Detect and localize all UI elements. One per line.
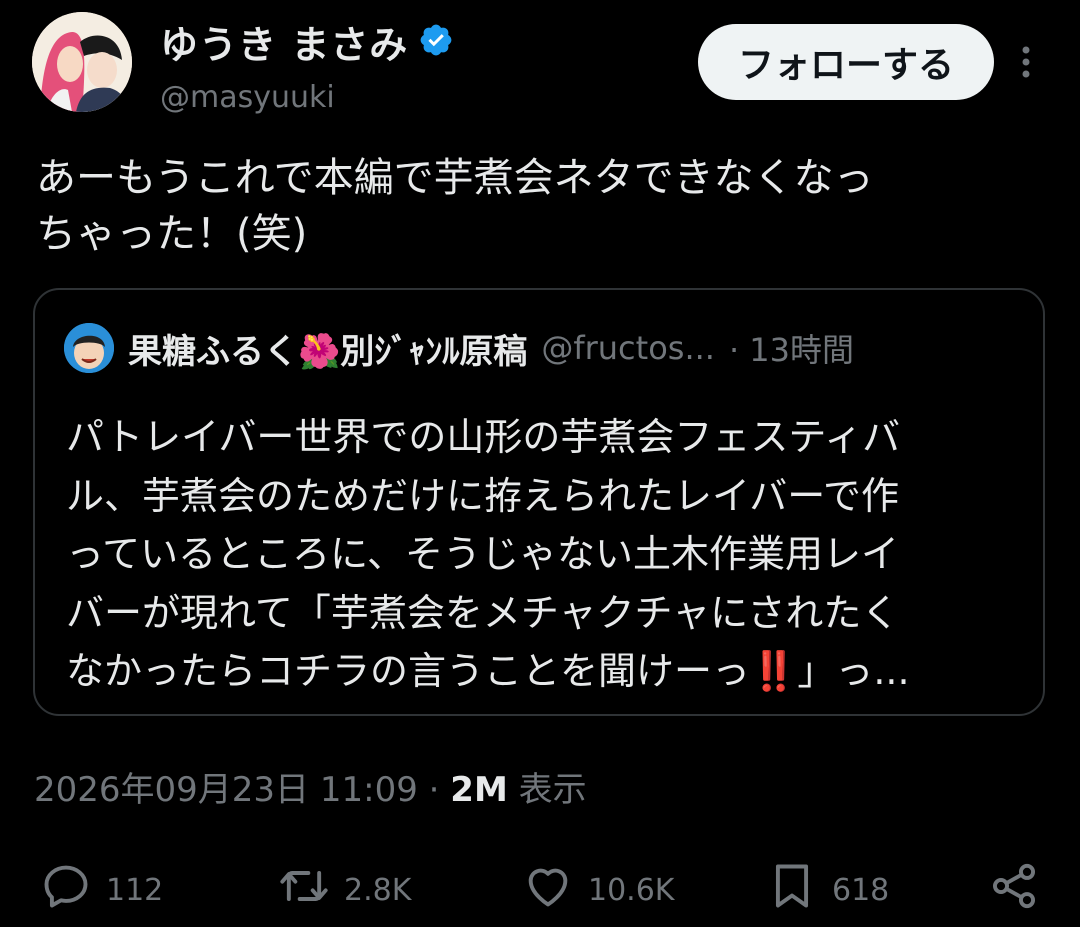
like-count: 10.6K [588,872,675,908]
retweet-count: 2.8K [344,872,412,908]
reply-button[interactable]: 112 [40,860,163,920]
bookmark-button[interactable]: 618 [766,860,889,920]
author-name[interactable]: ゆうき まさみ [160,14,408,69]
views-count: 2M [450,770,508,810]
bookmark-count: 618 [832,872,890,908]
tweet-datetime[interactable]: 2026年09月23日 11:09 [34,770,418,810]
quoted-tweet-text: パトレイバー世界での山形の芋煮会フェスティバ ル、芋煮会のためだけに拵えられたレ… [66,408,1006,701]
quoted-text-line: パトレイバー世界での山形の芋煮会フェスティバ [66,415,901,459]
quoted-text-line: っているところに、そうじゃない土木作業用レイ [66,532,899,576]
retweet-button[interactable]: 2.8K [278,860,411,920]
quoted-tweet-time: · 13時間 [728,331,855,369]
quoted-text-segment: なかったらコチラの言うことを聞けーっ [66,649,751,693]
meta-separator: · [428,770,440,810]
double-exclamation-emoji: ‼️ [750,649,798,693]
follow-button[interactable]: フォローする [698,24,994,100]
tweet-text-line: あーもうこれで本編で芋煮会ネタできなくなっ [36,155,874,201]
share-icon [988,860,1040,920]
author-handle[interactable]: @masyuuki [160,80,335,115]
author-name-row: ゆうき まさみ [160,14,454,69]
quoted-text-line: ル、芋煮会のためだけに拵えられたレイバーで作 [66,473,899,518]
like-button[interactable]: 10.6K [522,860,674,920]
quoted-text-line: バーが現れて「芋煮会をメチャクチャにされたく [66,590,900,635]
quoted-author-avatar [64,323,114,373]
verified-badge-icon [418,22,454,62]
author-avatar[interactable] [32,12,132,112]
quoted-text-line: なかったらコチラの言うことを聞けーっ‼️」っ... [66,642,1006,701]
share-button[interactable] [988,860,1040,920]
quoted-tweet-header: 果糖ふるく🌺別ｼﾞｬﾝﾙ原稿 @fructos... · 13時間 [64,323,854,373]
reply-count: 112 [106,872,164,908]
heart-icon [522,860,574,920]
reply-icon [40,860,92,920]
quoted-text-segment: 」っ... [797,649,910,693]
tweet-meta: 2026年09月23日 11:09 · 2M 表示 [34,762,587,811]
more-vertical-icon[interactable] [1016,44,1036,84]
tweet-text: あーもうこれで本編で芋煮会ネタできなくなっ ちゃった！(笑) [36,150,1046,262]
retweet-icon [278,860,330,920]
quoted-author-handle: @fructos... [541,329,715,367]
tweet-text-line: ちゃった！(笑) [36,211,308,257]
bookmark-icon [766,860,818,920]
quoted-author-name: 果糖ふるく🌺別ｼﾞｬﾝﾙ原稿 [128,331,528,372]
views-label: 表示 [518,770,587,810]
